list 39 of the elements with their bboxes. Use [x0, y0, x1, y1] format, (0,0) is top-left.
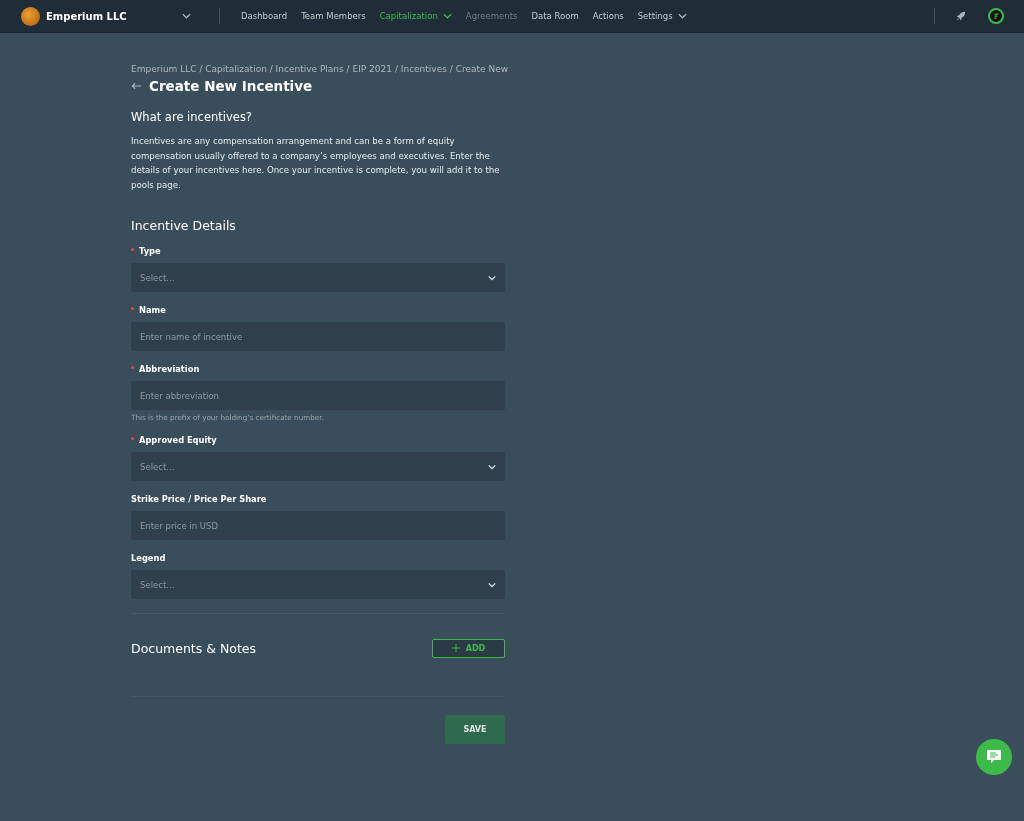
nav-link[interactable]: Data Room [531, 11, 579, 21]
chevron-down-icon [442, 13, 452, 19]
field-label: Approved Equity [139, 435, 217, 445]
app-logo-icon[interactable] [988, 8, 1004, 24]
field-label: Name [139, 305, 166, 315]
input-field[interactable]: Enter price in USD [131, 511, 505, 540]
nav-link[interactable]: Actions [592, 11, 624, 21]
field-label: Legend [131, 553, 166, 563]
nav-link[interactable]: Dashboard [241, 11, 288, 21]
field-label: Type [139, 246, 161, 256]
nav-link[interactable]: Team Members [301, 11, 366, 21]
plus-icon [451, 644, 460, 652]
input-field[interactable]: Enter name of incentive [131, 322, 505, 351]
section-heading: Incentive Details [131, 218, 237, 233]
section-heading: Documents & Notes [131, 640, 257, 656]
nav-link[interactable]: Settings [637, 11, 687, 21]
chevron-down-icon [488, 274, 496, 281]
company-name[interactable]: Emperium LLC [46, 10, 127, 22]
chevron-down-icon[interactable] [182, 13, 191, 19]
nav-link[interactable]: Capitalization [379, 11, 452, 21]
add-button[interactable]: ADD [432, 638, 505, 658]
intro-paragraph: Incentives are any compensation arrangement and can be a form of equity compensation usually offered to a company’s employees and executives. Enter the details of your incentives here. Once your incentive is complete, you will add it to the pools page. [131, 135, 501, 192]
field-label: Strike Price / Price Per Share [131, 494, 267, 504]
chevron-down-icon [488, 463, 496, 470]
page-title: Create New Incentive [149, 78, 313, 94]
chat-button[interactable] [976, 739, 1012, 775]
save-button[interactable]: SAVE [445, 715, 505, 744]
section-heading: What are incentives? [131, 110, 253, 124]
select-field[interactable]: Select... [131, 570, 505, 599]
chevron-down-icon [488, 581, 496, 588]
rocket-icon[interactable] [956, 11, 966, 21]
back-arrow-icon[interactable] [131, 82, 142, 90]
chat-icon [986, 749, 1002, 765]
select-field[interactable]: Select... [131, 263, 505, 292]
chevron-down-icon [677, 13, 687, 19]
select-field[interactable]: Select... [131, 452, 505, 481]
company-logo-icon [21, 6, 40, 26]
field-label: Abbreviation [139, 364, 200, 374]
input-field[interactable]: Enter abbreviation [131, 381, 505, 410]
